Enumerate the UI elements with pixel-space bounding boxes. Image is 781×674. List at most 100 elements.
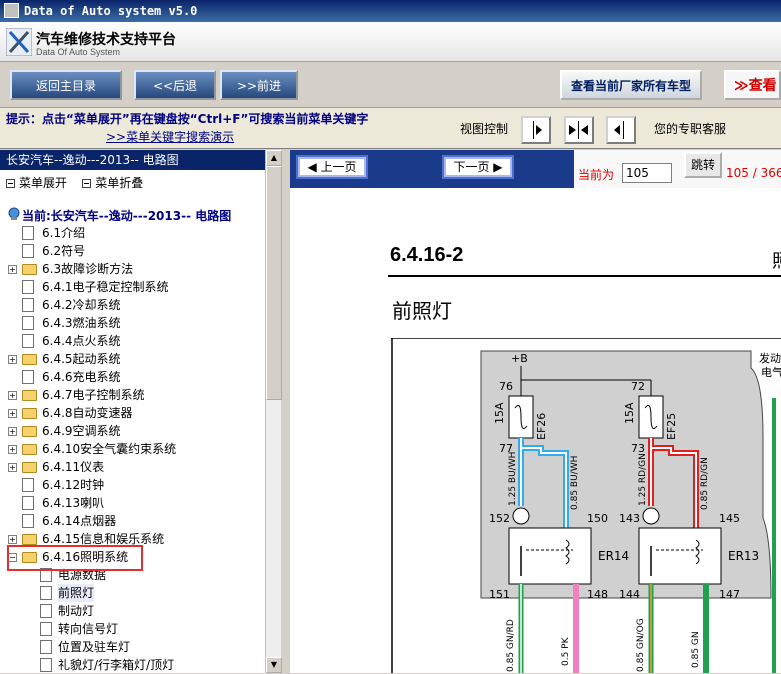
expand-toggle-icon[interactable]: +: [8, 409, 17, 418]
wiring-diagram: 发动 电气 +B 76 15A EF26 77 72 15A EF25 73 1…: [391, 338, 781, 673]
wire-label: 0.85 GN: [691, 631, 701, 668]
expand-toggle-icon[interactable]: +: [8, 463, 17, 472]
expand-toggle-icon[interactable]: +: [8, 391, 17, 400]
fuse1-pin-top: 76: [499, 380, 513, 393]
tree-scrollbar[interactable]: ▲ ▼: [265, 150, 282, 673]
document-icon: [40, 658, 52, 672]
tree-item-label: 6.3故障诊断方法: [42, 262, 134, 276]
relay1-pin: 150: [587, 512, 608, 525]
folder-icon: [22, 264, 37, 275]
check-button[interactable]: ≫查看: [724, 70, 781, 100]
current-location: 当前:长安汽车--逸动---2013-- 电路图: [22, 209, 232, 223]
view-split-button[interactable]: [564, 116, 594, 144]
window-title: Data of Auto system v5.0: [24, 4, 198, 18]
scroll-down-icon[interactable]: ▼: [266, 657, 282, 673]
pager-bar: ◀ 上一页 下一页 ▶ 当前为 跳转 105 / 366: [290, 150, 781, 188]
document-icon: [22, 370, 34, 384]
app-icon: [4, 3, 19, 18]
prev-page-button[interactable]: ◀ 上一页: [296, 155, 368, 179]
tree-subitem-label: 位置及驻车灯: [58, 640, 131, 654]
next-page-button[interactable]: 下一页 ▶: [442, 155, 514, 179]
back-button[interactable]: <<后退: [134, 70, 216, 100]
view-expand-left-button[interactable]: [606, 116, 636, 144]
tree-item-label: 6.1介绍: [42, 226, 86, 240]
tree-item-label: 6.4.12时钟: [42, 478, 105, 492]
nav-toolbar: 返回主目录 <<后退 >>前进 查看当前厂家所有车型 ≫查看: [0, 63, 781, 107]
expand-menu-button[interactable]: 菜单展开: [6, 176, 67, 190]
relay2-pin: 144: [619, 588, 640, 601]
fuse2-name: EF25: [665, 413, 678, 440]
document-icon: [40, 604, 52, 618]
view-expand-right-button[interactable]: [521, 116, 551, 144]
customer-service-label[interactable]: 您的专职客服: [654, 120, 726, 137]
expand-toggle-icon[interactable]: +: [8, 427, 17, 436]
wire-label: 0.85 GN/OG: [636, 618, 646, 672]
folder-icon: [22, 444, 37, 455]
folder-icon: [22, 354, 37, 365]
selection-highlight-box: [7, 545, 143, 571]
tree-item-label: 6.2符号: [42, 244, 86, 258]
tree-subitem-label: 制动灯: [58, 604, 95, 618]
folder-icon: [22, 462, 37, 473]
expand-toggle-icon[interactable]: +: [8, 535, 17, 544]
tools-logo-icon: [6, 28, 32, 56]
folder-icon: [22, 390, 37, 401]
scroll-thumb[interactable]: [266, 166, 282, 400]
tree-item-label: 6.4.7电子控制系统: [42, 388, 145, 402]
page-number-input[interactable]: [622, 163, 672, 183]
tree-operations: 菜单展开 菜单折叠: [6, 174, 143, 191]
all-models-button[interactable]: 查看当前厂家所有车型: [560, 70, 702, 100]
home-button[interactable]: 返回主目录: [10, 70, 122, 100]
hint-bar: 提示：点击“菜单展开”再在键盘按“Ctrl+F”可搜索当前菜单关键字 >>菜单关…: [0, 107, 781, 149]
tree-item-label: 6.4.8自动变速器: [42, 406, 133, 420]
forward-button[interactable]: >>前进: [220, 70, 298, 100]
fuse1-name: EF26: [535, 413, 548, 440]
fuse2-pin-bottom: 73: [631, 442, 645, 455]
wire-label: 0.85 BU/WH: [570, 456, 580, 510]
wire-label: 0.85 RD/GN: [700, 457, 710, 510]
expand-toggle-icon[interactable]: +: [8, 445, 17, 454]
document-icon: [22, 514, 34, 528]
square-icon: [6, 179, 15, 188]
search-demo-link[interactable]: >>菜单关键字搜索演示: [106, 128, 234, 145]
relay1-terminal: [512, 507, 530, 525]
supply-label: +B: [511, 352, 528, 365]
relay1-name: ER14: [598, 549, 629, 563]
relay1-pin: 152: [489, 512, 510, 525]
relay2-terminal: [642, 507, 660, 525]
expand-toggle-icon[interactable]: +: [8, 355, 17, 364]
tree-item-label: 6.4.6充电系统: [42, 370, 121, 384]
tree-subitem-label: 礼貌灯/行李箱灯/顶灯: [58, 658, 175, 672]
relay2-pin: 147: [719, 588, 740, 601]
jump-button[interactable]: 跳转: [684, 152, 722, 178]
document-icon: [22, 244, 34, 258]
tree-item-label: 6.4.11仪表: [42, 460, 105, 474]
app-header: 汽车维修技术支持平台 Data Of Auto System: [0, 22, 781, 62]
tree-subitem-label: 前照灯: [58, 584, 95, 602]
catalog-tree-panel: 长安汽车--逸动---2013-- 电路图 菜单展开 菜单折叠 当前:长安汽车-…: [0, 150, 282, 673]
tree-item-label: 6.4.4点火系统: [42, 334, 121, 348]
section-heading-fragment: 照: [772, 247, 781, 273]
document-icon: [22, 478, 34, 492]
square-icon: [82, 179, 92, 188]
current-page-label: 当前为: [578, 168, 615, 182]
arrow-left-icon: [614, 121, 624, 139]
scroll-up-icon[interactable]: ▲: [266, 150, 282, 166]
document-icon: [22, 298, 34, 312]
arrow-right-icon: [533, 121, 542, 139]
relay1-pin: 151: [489, 588, 510, 601]
tree-item-label: 6.4.9空调系统: [42, 424, 121, 438]
relay2-pin: 145: [719, 512, 740, 525]
document-icon: [22, 334, 34, 348]
expand-toggle-icon[interactable]: +: [8, 265, 17, 274]
app-title: 汽车维修技术支持平台: [36, 32, 176, 48]
relay1-pin: 148: [587, 588, 608, 601]
folder-icon: [22, 408, 37, 419]
tree-item-label: 6.4.1电子稳定控制系统: [42, 280, 169, 294]
document-icon: [22, 496, 34, 510]
wire-label: 1.25 BU/WH: [508, 452, 518, 506]
collapse-menu-button[interactable]: 菜单折叠: [82, 176, 143, 190]
tree-subitem-label: 转向信号灯: [58, 622, 119, 636]
folder-icon: [22, 534, 37, 545]
document-icon: [22, 280, 34, 294]
